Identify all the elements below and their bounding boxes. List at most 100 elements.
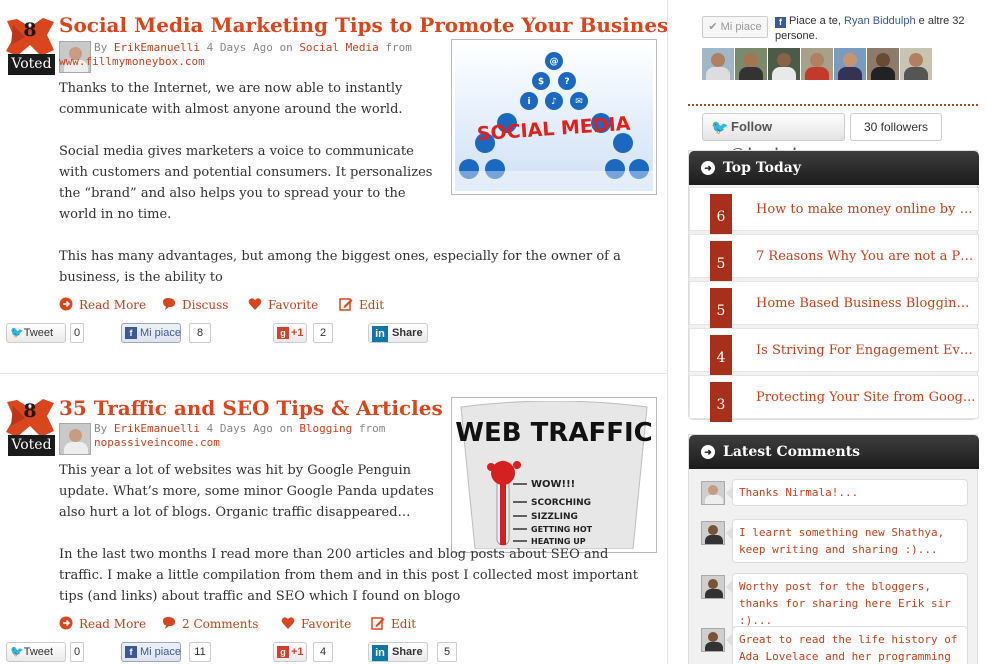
comment-text[interactable]: I learnt something new Shathya, keep wri… bbox=[726, 519, 968, 563]
google-g-icon: g bbox=[277, 327, 289, 339]
social-media-image: @$? i ♪ ✉ SOCIAL MEDIA bbox=[455, 52, 653, 191]
top-today-item[interactable]: 5 7 Reasons Why You are not a Pr... bbox=[689, 234, 979, 281]
comment-text[interactable]: Worthy post for the bloggers, thanks for… bbox=[726, 573, 968, 634]
fan-avatar[interactable] bbox=[735, 48, 767, 80]
top-today-title[interactable]: Home Based Business Blogging S... bbox=[756, 282, 976, 326]
google-plus-button[interactable]: g +1 bbox=[273, 642, 307, 662]
rank-badge: 5 bbox=[710, 288, 732, 328]
source-link[interactable]: nopassiveincome.com bbox=[94, 436, 220, 449]
commenter-avatar[interactable] bbox=[701, 521, 725, 545]
vote-badge[interactable]: 8 Voted bbox=[5, 398, 55, 460]
edit-icon bbox=[371, 617, 385, 630]
category-link[interactable]: Social Media bbox=[299, 41, 378, 54]
post-thumbnail[interactable]: WEB TRAFFIC WOW!!! SCORCHING SIZZLING GE… bbox=[451, 397, 657, 553]
facebook-icon: f bbox=[125, 646, 137, 658]
like-count: 8 bbox=[189, 323, 211, 343]
twitter-followers-count[interactable]: 30 followers bbox=[850, 113, 942, 141]
facebook-like-box: ✔ Mi piace f Piace a te, Ryan Biddulph e … bbox=[702, 14, 978, 80]
fb-like-button[interactable]: f Mi piace bbox=[121, 642, 181, 662]
linkedin-icon: in bbox=[372, 645, 388, 661]
svg-text:?: ? bbox=[564, 77, 569, 87]
fb-like-text: f Piace a te, Ryan Biddulph e altre 32 pe… bbox=[775, 15, 965, 42]
share-bar: 🐦Tweet 0 f Mi piace 11 g +1 4 in Share 5 bbox=[0, 642, 668, 664]
linkedin-share-button[interactable]: in Share bbox=[368, 642, 428, 662]
discuss-link[interactable]: Discuss bbox=[162, 297, 228, 313]
top-today-title[interactable]: Protecting Your Site from Goog... bbox=[756, 376, 976, 420]
comment-text[interactable]: Great to read the life history of Ada Lo… bbox=[726, 626, 968, 664]
post-excerpt-p1: This year a lot of websites was hit by G… bbox=[59, 463, 434, 520]
top-today-item[interactable]: 6 How to make money online by wr... bbox=[689, 187, 979, 234]
top-today-item[interactable]: 3 Protecting Your Site from Goog... bbox=[689, 375, 979, 422]
widget-header: ➜ Latest Comments bbox=[689, 435, 979, 469]
category-link[interactable]: Blogging bbox=[299, 422, 352, 435]
comment-text[interactable]: Thanks Nirmala!... bbox=[726, 479, 968, 506]
author-avatar[interactable] bbox=[59, 423, 91, 455]
fan-avatar[interactable] bbox=[801, 48, 833, 80]
tweet-button[interactable]: 🐦Tweet bbox=[6, 642, 66, 662]
voted-label: Voted bbox=[8, 435, 55, 456]
top-today-title[interactable]: 7 Reasons Why You are not a Pr... bbox=[756, 235, 976, 279]
tweet-count: 0 bbox=[70, 642, 84, 662]
post-title[interactable]: Social Media Marketing Tips to Promote Y… bbox=[59, 12, 668, 38]
read-more-link[interactable]: Read More bbox=[59, 297, 146, 313]
post-divider bbox=[0, 373, 668, 374]
svg-text:✉: ✉ bbox=[575, 97, 583, 107]
author-link[interactable]: ErikEmanuelli bbox=[114, 422, 200, 435]
arrow-right-circle-icon bbox=[59, 616, 73, 630]
linkedin-icon: in bbox=[372, 326, 388, 342]
google-plus-button[interactable]: g +1 bbox=[273, 323, 307, 343]
post-excerpt-p3: This has many advantages, but among the … bbox=[59, 249, 621, 285]
svg-text:$: $ bbox=[538, 77, 544, 87]
vote-count: 8 bbox=[23, 19, 37, 41]
vote-badge[interactable]: 8 Voted bbox=[5, 17, 55, 79]
fan-avatar[interactable] bbox=[702, 48, 734, 80]
tweet-count: 0 bbox=[70, 323, 84, 343]
post-excerpt-p1: Thanks to the Internet, we are now able … bbox=[59, 81, 403, 117]
top-today-title[interactable]: How to make money online by wr... bbox=[756, 188, 976, 232]
twitter-follow-button[interactable]: 🐦Follow @dosplash bbox=[702, 113, 845, 160]
commenter-avatar[interactable] bbox=[701, 575, 725, 599]
top-today-item[interactable]: 5 Home Based Business Blogging S... bbox=[689, 281, 979, 328]
edit-link[interactable]: Edit bbox=[371, 616, 416, 632]
comments-link[interactable]: 2 Comments bbox=[162, 616, 258, 632]
fan-avatar[interactable] bbox=[768, 48, 800, 80]
author-link[interactable]: ErikEmanuelli bbox=[114, 41, 200, 54]
heart-icon bbox=[281, 617, 295, 629]
edit-link[interactable]: Edit bbox=[339, 297, 384, 313]
facebook-icon: f bbox=[125, 327, 137, 339]
fan-avatar[interactable] bbox=[867, 48, 899, 80]
column-divider bbox=[667, 0, 668, 664]
twitter-bird-icon: 🐦 bbox=[711, 119, 729, 135]
favorite-link[interactable]: Favorite bbox=[248, 297, 318, 313]
post-title[interactable]: 35 Traffic and SEO Tips & Articles bbox=[59, 395, 443, 421]
source-link[interactable]: www.fillmymoneybox.com bbox=[59, 55, 205, 68]
dotted-divider bbox=[688, 104, 978, 106]
read-more-link[interactable]: Read More bbox=[59, 616, 146, 632]
top-today-title[interactable]: Is Striving For Engagement Eve... bbox=[756, 329, 976, 373]
share-count: 5 bbox=[437, 642, 457, 662]
check-icon: ✔ bbox=[708, 21, 721, 33]
fb-like-button[interactable]: f Mi piace bbox=[121, 323, 181, 343]
rank-badge: 6 bbox=[710, 194, 732, 234]
plus-count: 4 bbox=[313, 642, 333, 662]
svg-text:WOW!!!: WOW!!! bbox=[531, 479, 575, 490]
linkedin-share-button[interactable]: in Share bbox=[368, 323, 428, 343]
tweet-button[interactable]: 🐦Tweet bbox=[6, 323, 66, 343]
rank-badge: 4 bbox=[710, 335, 732, 375]
commenter-avatar[interactable] bbox=[701, 628, 725, 652]
sidebar: ✔ Mi piace f Piace a te, Ryan Biddulph e … bbox=[688, 0, 980, 664]
post: 8 Voted 35 Traffic and SEO Tips & Articl… bbox=[0, 395, 668, 664]
top-today-item[interactable]: 4 Is Striving For Engagement Eve... bbox=[689, 328, 979, 375]
fan-avatar[interactable] bbox=[834, 48, 866, 80]
post-thumbnail[interactable]: @ $? i ♪ ✉ SOCIAL MEDIA bbox=[451, 39, 657, 195]
fb-friend-link[interactable]: Ryan Biddulph bbox=[844, 15, 916, 27]
favorite-link[interactable]: Favorite bbox=[281, 616, 351, 632]
like-count: 11 bbox=[189, 642, 211, 662]
facebook-icon: f bbox=[775, 17, 786, 28]
fan-avatar[interactable] bbox=[900, 48, 932, 80]
svg-text:SCORCHING: SCORCHING bbox=[531, 498, 591, 508]
commenter-avatar[interactable] bbox=[701, 481, 725, 505]
post-excerpt-p2: Social media gives marketers a voice to … bbox=[59, 144, 433, 222]
share-bar: 🐦Tweet 0 f Mi piace 8 g +1 2 in Share bbox=[0, 323, 668, 345]
fb-page-like-button[interactable]: ✔ Mi piace bbox=[702, 16, 768, 38]
